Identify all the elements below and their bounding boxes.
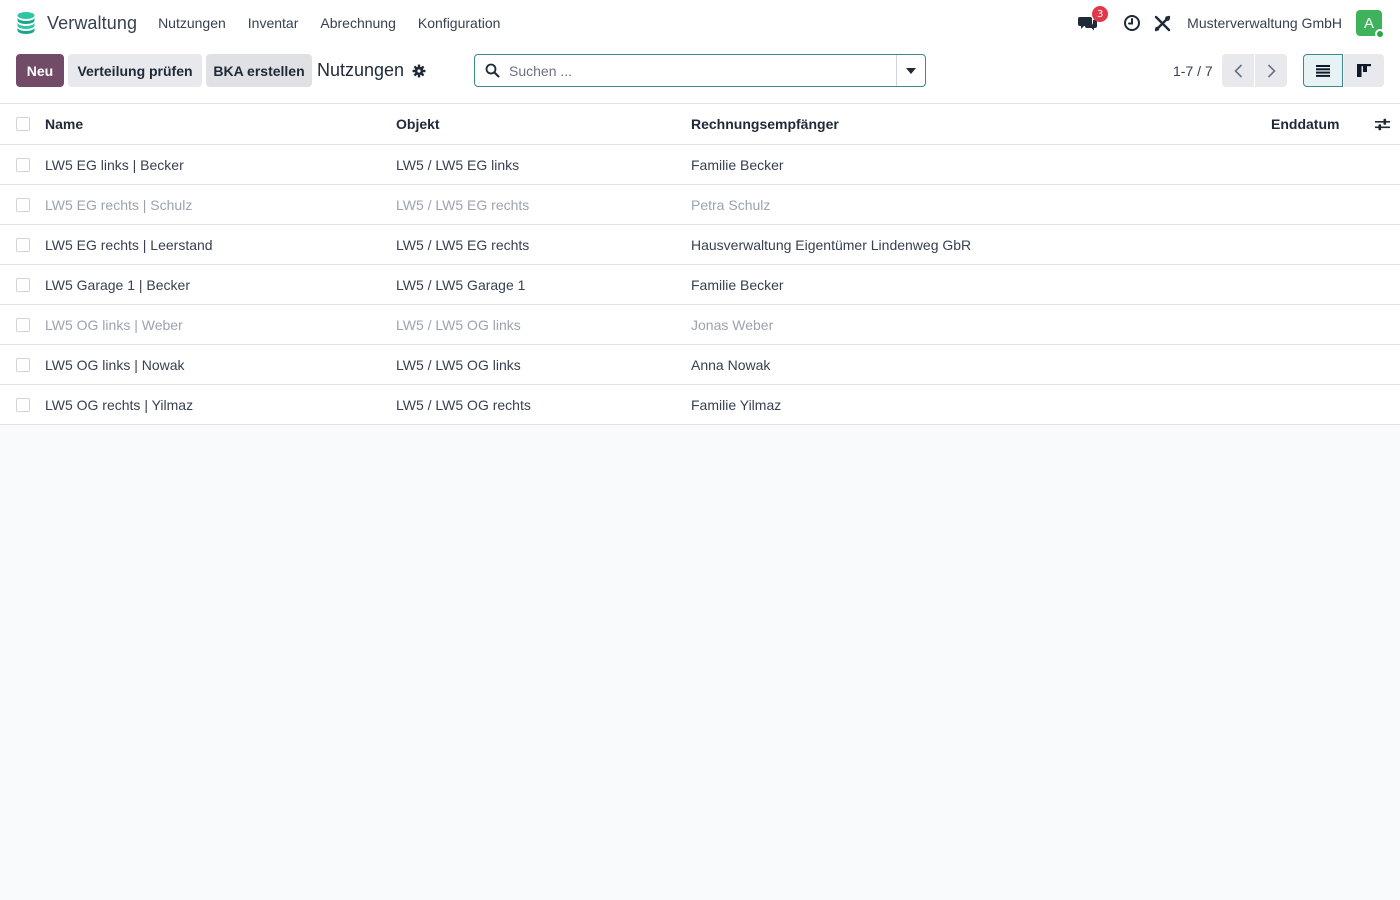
- cell-rechnungsempfaenger: Familie Yilmaz: [691, 396, 782, 413]
- control-panel: Neu Verteilung prüfen BKA erstellen Nutz…: [0, 46, 1400, 104]
- row-checkbox[interactable]: [16, 157, 30, 172]
- caret-down-icon: [906, 67, 916, 74]
- cell-name: LW5 EG rechts | Schulz: [45, 196, 193, 213]
- cell-name: LW5 EG links | Becker: [45, 156, 184, 173]
- table-row[interactable]: LW5 OG rechts | Yilmaz LW5 / LW5 OG rech…: [0, 385, 1400, 425]
- chevron-right-icon: [1267, 63, 1276, 78]
- app-name: Verwaltung: [47, 12, 138, 33]
- menu-item-nutzungen[interactable]: Nutzungen: [147, 0, 237, 46]
- row-checkbox[interactable]: [16, 397, 30, 412]
- cell-name: LW5 OG links | Weber: [45, 316, 183, 333]
- cell-rechnungsempfaenger: Familie Becker: [691, 156, 784, 173]
- row-select-cell: [16, 345, 30, 384]
- row-checkbox[interactable]: [16, 237, 30, 252]
- messages-badge: 3: [1092, 6, 1109, 22]
- navbar-right: 3 Musterverwaltung GmbH A: [1077, 0, 1400, 46]
- chevron-left-icon: [1233, 63, 1242, 78]
- row-select-cell: [16, 185, 30, 224]
- cell-objekt: LW5 / LW5 OG links: [396, 316, 521, 333]
- table-row[interactable]: LW5 EG links | Becker LW5 / LW5 EG links…: [0, 145, 1400, 185]
- page-title: Nutzungen: [317, 54, 426, 87]
- cell-name: LW5 OG rechts | Yilmaz: [45, 396, 194, 413]
- table-row[interactable]: LW5 EG rechts | Leerstand LW5 / LW5 EG r…: [0, 225, 1400, 265]
- company-switcher[interactable]: Musterverwaltung GmbH: [1187, 15, 1342, 31]
- list-view-button[interactable]: [1303, 54, 1343, 87]
- online-status-dot: [1375, 29, 1385, 39]
- column-header-objekt[interactable]: Objekt: [396, 104, 440, 144]
- table-row[interactable]: LW5 EG rechts | Schulz LW5 / LW5 EG rech…: [0, 185, 1400, 225]
- column-header-rechnungsempfaenger[interactable]: Rechnungsempfänger: [691, 104, 839, 144]
- cell-objekt: LW5 / LW5 EG links: [396, 156, 520, 173]
- search-icon: [485, 63, 500, 78]
- tools-icon: [1154, 15, 1170, 31]
- row-checkbox[interactable]: [16, 197, 30, 212]
- gear-icon[interactable]: [412, 64, 426, 78]
- row-select-cell: [16, 225, 30, 264]
- cell-name: LW5 EG rechts | Leerstand: [45, 236, 213, 253]
- list-view-icon: [1316, 64, 1330, 77]
- row-checkbox[interactable]: [16, 357, 30, 372]
- cell-rechnungsempfaenger: Familie Becker: [691, 276, 784, 293]
- database-stack-icon: [17, 12, 35, 34]
- row-select-cell: [16, 145, 30, 184]
- row-select-cell: [16, 385, 30, 424]
- row-checkbox[interactable]: [16, 277, 30, 292]
- select-all-cell: [16, 104, 30, 144]
- cell-rechnungsempfaenger: Anna Nowak: [691, 356, 771, 373]
- list-table: Name Objekt Rechnungsempfänger Enddatum …: [0, 104, 1400, 425]
- search-input[interactable]: [509, 55, 896, 86]
- clock-icon: [1124, 15, 1141, 31]
- column-header-enddatum[interactable]: Enddatum: [1271, 104, 1339, 144]
- optional-columns-toggle[interactable]: [1375, 104, 1390, 144]
- table-row[interactable]: LW5 OG links | Weber LW5 / LW5 OG links …: [0, 305, 1400, 345]
- pager-next-button[interactable]: [1255, 54, 1287, 87]
- cell-objekt: LW5 / LW5 EG rechts: [396, 196, 530, 213]
- cell-rechnungsempfaenger: Petra Schulz: [691, 196, 771, 213]
- table-row[interactable]: LW5 OG links | Nowak LW5 / LW5 OG links …: [0, 345, 1400, 385]
- row-select-cell: [16, 305, 30, 344]
- cell-objekt: LW5 / LW5 EG rechts: [396, 236, 530, 253]
- check-distribution-button[interactable]: Verteilung prüfen: [68, 54, 202, 87]
- app-brand[interactable]: Verwaltung: [14, 11, 137, 35]
- cell-rechnungsempfaenger: Hausverwaltung Eigentümer Lindenweg GbR: [691, 236, 972, 253]
- cell-name: LW5 OG links | Nowak: [45, 356, 185, 373]
- menu-item-konfiguration[interactable]: Konfiguration: [407, 0, 512, 46]
- cell-objekt: LW5 / LW5 Garage 1: [396, 276, 526, 293]
- cell-objekt: LW5 / LW5 OG links: [396, 356, 521, 373]
- main-menu: Nutzungen Inventar Abrechnung Konfigurat…: [147, 0, 511, 46]
- pager-value[interactable]: 1-7 / 7: [1173, 54, 1213, 87]
- kanban-view-icon: [1357, 64, 1371, 77]
- menu-item-abrechnung[interactable]: Abrechnung: [309, 0, 407, 46]
- column-header-name[interactable]: Name: [45, 104, 83, 144]
- cell-rechnungsempfaenger: Jonas Weber: [691, 316, 774, 333]
- search-bar: [474, 54, 926, 87]
- new-button[interactable]: Neu: [16, 54, 64, 87]
- top-navbar: Verwaltung Nutzungen Inventar Abrechnung…: [0, 0, 1400, 46]
- sliders-icon: [1375, 118, 1390, 130]
- activity-button[interactable]: [1121, 12, 1143, 34]
- create-bka-button[interactable]: BKA erstellen: [206, 54, 312, 87]
- row-checkbox[interactable]: [16, 317, 30, 332]
- kanban-view-button[interactable]: [1344, 54, 1384, 87]
- cell-objekt: LW5 / LW5 OG rechts: [396, 396, 531, 413]
- user-avatar[interactable]: A: [1356, 10, 1385, 39]
- messages-button[interactable]: 3: [1077, 6, 1109, 34]
- search-options-toggle[interactable]: [896, 55, 925, 86]
- row-select-cell: [16, 265, 30, 304]
- table-header-row: Name Objekt Rechnungsempfänger Enddatum: [0, 104, 1400, 145]
- pager-previous-button[interactable]: [1222, 54, 1254, 87]
- table-row[interactable]: LW5 Garage 1 | Becker LW5 / LW5 Garage 1…: [0, 265, 1400, 305]
- avatar-letter: A: [1363, 14, 1374, 32]
- cell-name: LW5 Garage 1 | Becker: [45, 276, 190, 293]
- page-title-text: Nutzungen: [317, 60, 405, 80]
- menu-item-inventar[interactable]: Inventar: [237, 0, 310, 46]
- select-all-checkbox[interactable]: [16, 117, 30, 131]
- tools-button[interactable]: [1151, 12, 1173, 34]
